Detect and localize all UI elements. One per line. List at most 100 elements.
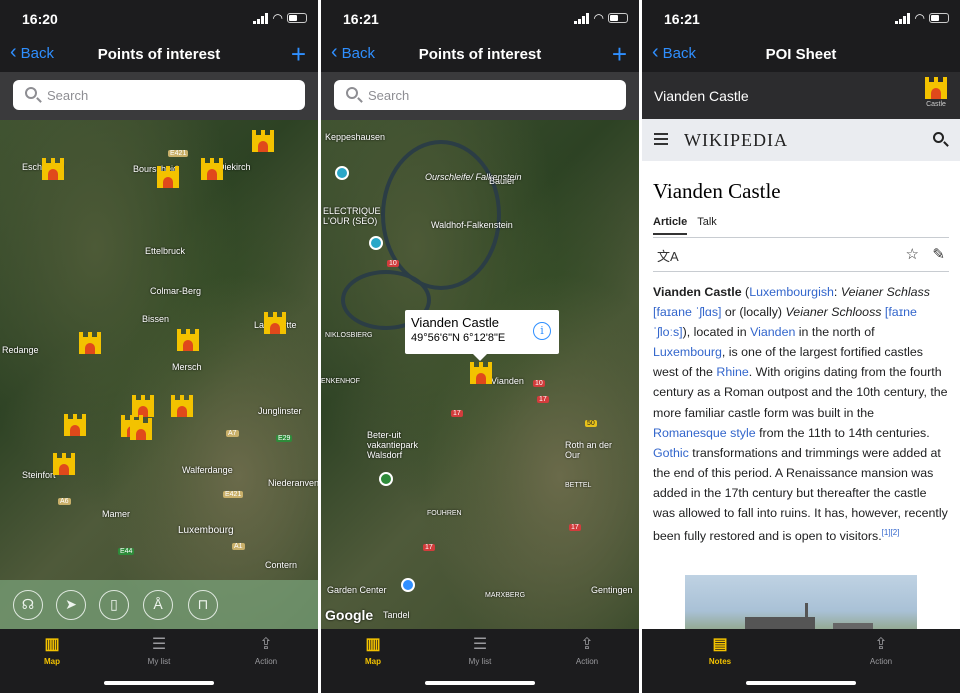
- body-text: or (locally): [721, 305, 786, 320]
- tab-talk[interactable]: Talk: [697, 216, 717, 233]
- screen-map-overview: 16:20 ◠ ‹ Back Points of interest + Searc…: [0, 0, 318, 693]
- tab-my-list[interactable]: ☰ My list: [450, 635, 510, 666]
- poi-category-label: Castle: [926, 101, 946, 108]
- link[interactable]: Gothic: [653, 446, 689, 460]
- poi-callout[interactable]: Vianden Castle 49°56'6"N 6°12'8"E i: [405, 310, 559, 361]
- castle-icon[interactable]: [201, 158, 223, 180]
- castle-icon[interactable]: [132, 395, 154, 417]
- article-image[interactable]: [685, 575, 917, 629]
- search-icon[interactable]: [933, 132, 944, 143]
- body-italic: Veianer Schlass: [840, 285, 930, 299]
- link[interactable]: Luxembourg: [653, 345, 722, 359]
- location-arrow-icon[interactable]: ➤: [56, 590, 86, 620]
- status-bar: 16:21 ◠: [321, 0, 639, 38]
- tab-map[interactable]: ▥ Map: [343, 635, 403, 666]
- tab-action[interactable]: ⇪ Action: [851, 635, 911, 666]
- share-icon: ⇪: [580, 636, 594, 653]
- wifi-icon: ◠: [914, 11, 925, 25]
- map-label: Tandel: [383, 610, 410, 620]
- map-toolbar: ☊ ➤ ▯ Å ⊓: [0, 580, 318, 629]
- search-input[interactable]: Search: [13, 80, 305, 110]
- map-label: Garden Center: [327, 585, 387, 595]
- tab-bar: ▥ Map ☰ My list ⇪ Action: [321, 629, 639, 693]
- link[interactable]: [faɪane ˈʃlɑs]: [653, 305, 721, 319]
- map-label: Vianden: [491, 376, 524, 386]
- map-view[interactable]: Esch-Sure Bourscheid E421 Diekirch Ettel…: [0, 120, 318, 629]
- map-label: Bauler: [489, 176, 516, 186]
- article-toolbar: 文A ☆ ✎: [653, 242, 949, 272]
- google-logo: Google: [325, 607, 374, 623]
- road-marker: 17: [569, 524, 581, 531]
- wifi-icon: ◠: [272, 11, 283, 25]
- map-icon: ▥: [365, 636, 381, 653]
- wikipedia-view[interactable]: WIKIPEDIA Vianden Castle Article Talk 文A …: [642, 119, 960, 629]
- park-pin-icon[interactable]: [379, 472, 393, 486]
- wikipedia-logo[interactable]: WIKIPEDIA: [684, 130, 788, 151]
- road-marker: 17: [537, 396, 549, 403]
- home-indicator: [746, 681, 856, 685]
- tab-my-list[interactable]: ☰ My list: [129, 635, 189, 666]
- link[interactable]: Luxembourgish: [749, 285, 834, 299]
- map-label: Keppeshausen: [325, 132, 386, 142]
- castle-icon[interactable]: [42, 158, 64, 180]
- castle-icon[interactable]: [79, 332, 101, 354]
- list-icon: ☰: [151, 636, 167, 653]
- tab-label: Map: [365, 657, 381, 666]
- signal-icon: [574, 13, 589, 24]
- map-view[interactable]: Keppeshausen Ourschleife/ Falkenstein Ba…: [321, 120, 639, 629]
- info-icon[interactable]: i: [533, 322, 551, 340]
- road-marker: 17: [423, 544, 435, 551]
- map-label: Waldhof-Falkenstein: [431, 220, 513, 230]
- add-button[interactable]: +: [291, 39, 306, 70]
- search-bar: Search: [321, 72, 639, 120]
- walk-icon[interactable]: ☊: [13, 590, 43, 620]
- map-label: BETTEL: [565, 482, 592, 489]
- poi-category[interactable]: Castle: [924, 77, 948, 108]
- citation[interactable]: [1][2]: [882, 528, 900, 537]
- body-text: :: [833, 285, 841, 299]
- map-label: Mersch: [172, 362, 202, 372]
- wifi-icon: ◠: [593, 11, 604, 25]
- link[interactable]: Vianden: [750, 325, 795, 339]
- compass-icon[interactable]: Å: [143, 590, 173, 620]
- link[interactable]: Rhine: [716, 365, 748, 379]
- list-icon: ☰: [472, 636, 488, 653]
- menu-icon[interactable]: [654, 133, 668, 145]
- tab-notes[interactable]: ▤ Notes: [690, 635, 750, 666]
- castle-icon[interactable]: [177, 329, 199, 351]
- castle-icon[interactable]: [130, 418, 152, 440]
- castle-icon[interactable]: [264, 312, 286, 334]
- road-marker: E421: [223, 491, 244, 498]
- map-pin-icon[interactable]: [335, 166, 349, 180]
- add-button[interactable]: +: [612, 39, 627, 70]
- unlock-icon[interactable]: ⊓: [188, 590, 218, 620]
- castle-icon[interactable]: [53, 453, 75, 475]
- castle-icon[interactable]: [252, 130, 274, 152]
- map-label: FOUHREN: [427, 510, 462, 517]
- link[interactable]: Romanesque style: [653, 426, 756, 440]
- body-text: in the north of: [795, 325, 875, 340]
- language-icon[interactable]: 文A: [657, 246, 679, 265]
- castle-icon[interactable]: [64, 414, 86, 436]
- page-title: Points of interest: [97, 46, 221, 63]
- tab-action[interactable]: ⇪ Action: [557, 635, 617, 666]
- map-label: ENKENHOF: [321, 378, 360, 385]
- castle-icon[interactable]: [171, 395, 193, 417]
- tab-action[interactable]: ⇪ Action: [236, 635, 296, 666]
- star-icon[interactable]: ☆: [906, 245, 919, 263]
- body-text: ), located in: [682, 325, 751, 340]
- castle-icon[interactable]: [157, 166, 179, 188]
- callout-coordinates: 49°56'6"N 6°12'8"E: [411, 332, 506, 344]
- map-pin-icon[interactable]: [369, 236, 383, 250]
- poi-header: Vianden Castle Castle: [642, 72, 960, 119]
- map-label: Gentingen: [591, 585, 633, 595]
- map-layers-icon[interactable]: ▯: [99, 590, 129, 620]
- shop-pin-icon[interactable]: [401, 578, 415, 592]
- search-input[interactable]: Search: [334, 80, 626, 110]
- castle-icon[interactable]: [470, 362, 492, 384]
- tab-article[interactable]: Article: [653, 216, 688, 235]
- edit-icon[interactable]: ✎: [932, 245, 945, 263]
- search-bar: Search: [0, 72, 318, 120]
- tab-map[interactable]: ▥ Map: [22, 635, 82, 666]
- tab-bar: ▥ Map ☰ My list ⇪ Action: [0, 629, 318, 693]
